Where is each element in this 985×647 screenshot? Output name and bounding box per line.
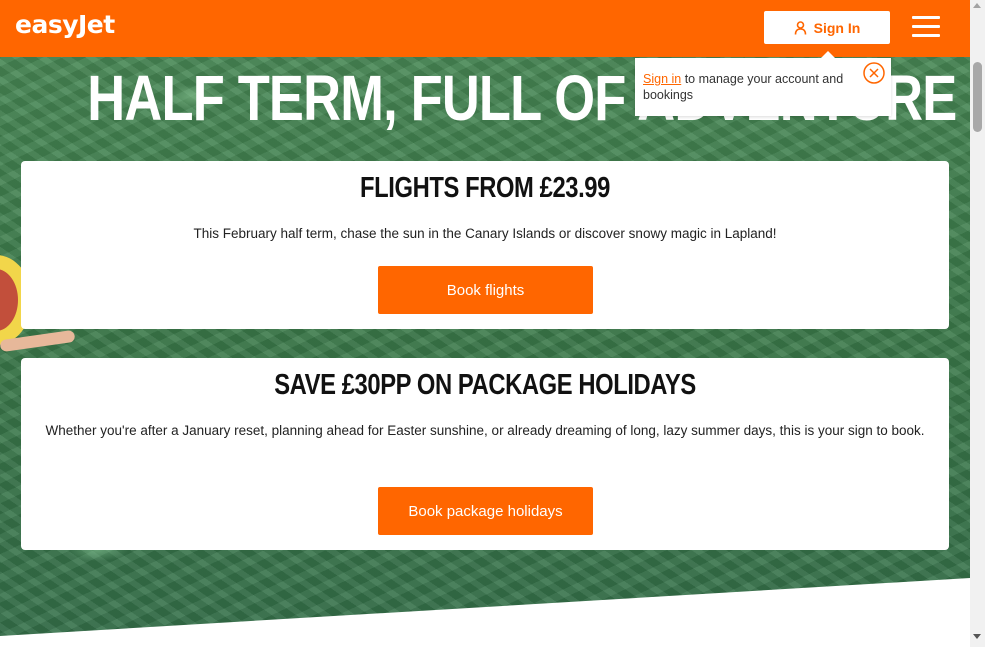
sign-in-tooltip: Sign in to manage your account and booki… (635, 51, 891, 116)
card-description: This February half term, chase the sun i… (193, 226, 777, 241)
scrollbar-thumb[interactable] (973, 62, 982, 132)
package-holidays-promo-card: SAVE £30PP ON PACKAGE HOLIDAYS Whether y… (21, 358, 949, 550)
close-circle-icon[interactable] (863, 62, 885, 84)
scroll-down-arrow-icon[interactable] (973, 634, 981, 639)
tooltip-message: Sign in to manage your account and booki… (643, 71, 863, 103)
card-title: FLIGHTS FROM £23.99 (360, 172, 610, 204)
card-description: Whether you're after a January reset, pl… (45, 423, 925, 438)
scroll-up-arrow-icon[interactable] (973, 3, 981, 8)
sign-in-button[interactable]: Sign In (764, 11, 890, 44)
flights-promo-card: FLIGHTS FROM £23.99 This February half t… (21, 161, 949, 329)
card-title: SAVE £30PP ON PACKAGE HOLIDAYS (274, 369, 696, 401)
sign-in-label: Sign In (813, 19, 861, 36)
easyjet-logo[interactable]: easyJet (15, 10, 115, 39)
book-package-holidays-button[interactable]: Book package holidays (378, 487, 593, 535)
tooltip-sign-in-link[interactable]: Sign in (643, 72, 681, 86)
book-flights-button[interactable]: Book flights (378, 266, 593, 314)
hamburger-menu-icon[interactable] (912, 16, 940, 40)
vertical-scrollbar[interactable] (970, 0, 985, 647)
site-header: easyJet Sign In (0, 0, 970, 57)
user-icon (794, 20, 806, 35)
page: HALF TERM, FULL OF ADVENTURE easyJet Sig… (0, 0, 985, 647)
